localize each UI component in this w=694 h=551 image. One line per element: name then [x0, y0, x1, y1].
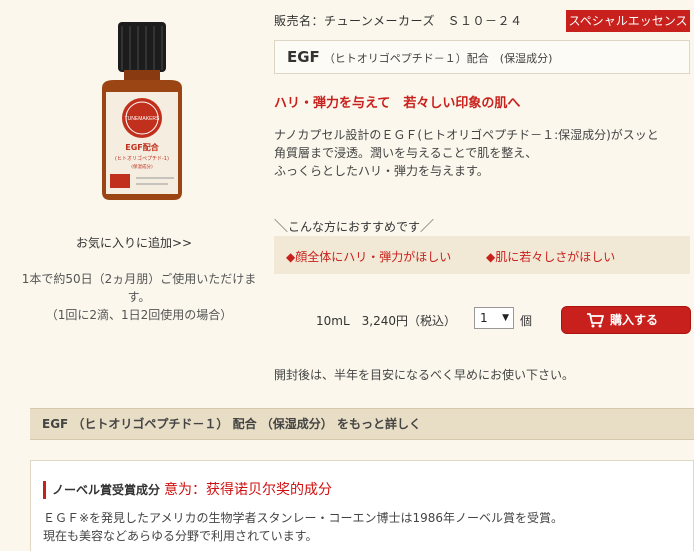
description-line: 角質層まで浸透。潤いを与えることで肌を整え、: [274, 146, 538, 160]
product-title-sub: （ヒトオリゴペプチド－１）配合 (保湿成分): [323, 52, 553, 65]
heading-slash-right: ／: [420, 219, 435, 235]
nobel-description: ＥＧＦ※を発見したアメリカの生物学者スタンレー・コーエン博士は1986年ノーベル…: [43, 509, 683, 545]
bottle-sub-text: (ヒトオリゴペプチド-1): [115, 155, 169, 162]
nobel-heading: ノーベル賞受賞成分 意为：获得诺贝尔奖的成分: [43, 481, 332, 499]
recommend-item: ◆顔全体にハリ・弾力がほしい: [286, 250, 452, 264]
bottle-tag-text: (保湿成分): [131, 163, 153, 170]
usage-info: 1本で約50日（2ヵ月朋）ご使用いただけます。 （1回に2滴、1日2回使用の場合…: [20, 270, 258, 324]
product-title-box: EGF （ヒトオリゴペプチド－１）配合 (保湿成分): [274, 40, 690, 74]
description-line: ナノカプセル設計のＥＧＦ(ヒトオリゴペプチド－１:保湿成分)がスッと: [274, 128, 659, 142]
usage-dosage: （1回に2滴、1日2回使用の場合）: [45, 308, 233, 322]
recommend-box: ◆顔全体にハリ・弾力がほしい ◆肌に若々しさがほしい: [274, 236, 690, 274]
nobel-translation-note: 意为：获得诺贝尔奖的成分: [164, 482, 333, 498]
quantity-value: 1: [480, 311, 488, 325]
product-bottle-image: TUNEMAKERS EGF配合 (ヒトオリゴペプチド-1) (保湿成分): [102, 22, 182, 200]
add-to-favorites-link[interactable]: お気に入りに追加>>: [0, 234, 268, 251]
more-details-bar: EGF （ヒトオリゴペプチド－１） 配合 （保湿成分） をもっと詳しく: [30, 408, 694, 440]
price-info: 10mL 3,240円（税込）: [316, 314, 456, 328]
category-badge[interactable]: スペシャルエッセンス: [566, 10, 690, 32]
dropdown-arrow-icon: ▼: [502, 313, 509, 323]
bottle-name-text: EGF配合: [125, 142, 159, 152]
product-title: EGF: [287, 48, 320, 66]
quantity-select[interactable]: 1 ▼: [474, 307, 514, 329]
nobel-line: 現在も美容などあらゆる分野で利用されています。: [43, 529, 318, 543]
product-description: ナノカプセル設計のＥＧＦ(ヒトオリゴペプチド－１:保湿成分)がスッと 角質層まで…: [274, 126, 690, 180]
quantity-unit: 個: [520, 314, 533, 328]
usage-notice: 開封後は、半年を目安になるべく早めにお使い下さい。: [274, 368, 575, 382]
cart-icon: [587, 313, 604, 328]
heading-slash-left: ＼: [274, 219, 288, 235]
recommend-heading: ＼こんな方におすすめです／: [274, 216, 434, 236]
description-line: ふっくらとしたハリ・弾力を与えます。: [274, 164, 489, 178]
buy-button-label: 購入する: [610, 313, 659, 327]
nobel-title: ノーベル賞受賞成分: [52, 483, 161, 497]
nobel-line: ＥＧＦ※を発見したアメリカの生物学者スタンレー・コーエン博士は1986年ノーベル…: [43, 511, 563, 525]
recommend-heading-text: こんな方におすすめです: [288, 220, 421, 234]
buy-button[interactable]: 購入する: [561, 306, 691, 334]
usage-duration: 1本で約50日（2ヵ月朋）ご使用いただけます。: [21, 272, 257, 304]
nobel-section: ノーベル賞受賞成分 意为：获得诺贝尔奖的成分 ＥＧＦ※を発見したアメリカの生物学者…: [30, 460, 694, 551]
bottle-brand-text: TUNEMAKERS: [125, 116, 160, 122]
seller-name: 販売名：チューンメーカーズ Ｓ１０－２４: [274, 14, 523, 28]
recommend-item: ◆肌に若々しさがほしい: [486, 250, 616, 264]
catchcopy: ハリ・弾力を与えて 若々しい印象の肌へ: [274, 96, 521, 111]
